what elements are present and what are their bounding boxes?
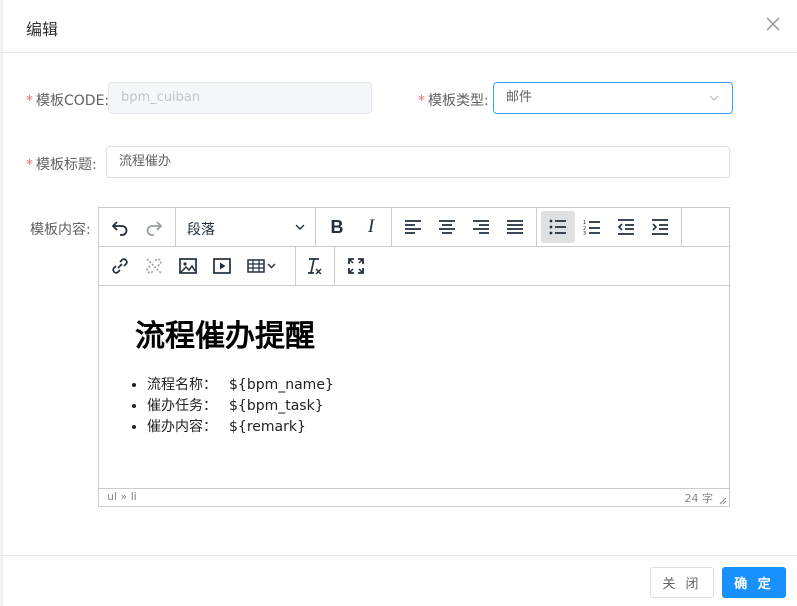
required-mark: * (418, 93, 425, 109)
align-left-button[interactable] (396, 211, 430, 243)
unlink-icon (146, 258, 162, 274)
indent-button[interactable] (643, 211, 677, 243)
block-format-value: 段落 (187, 222, 215, 238)
bold-icon: B (330, 216, 344, 237)
italic-icon: I (367, 216, 375, 237)
block-format-select[interactable]: 段落 (187, 208, 315, 247)
list-item: 催办任务：${bpm_task} (147, 396, 693, 417)
link-icon (112, 258, 128, 274)
template-type-select[interactable]: 邮件 (493, 82, 733, 114)
dialog-header: 编辑 (0, 0, 797, 53)
redo-icon (146, 221, 163, 236)
backdrop-edge (0, 0, 3, 606)
image-icon (179, 258, 197, 274)
resize-handle-icon[interactable] (719, 497, 727, 505)
required-mark: * (26, 157, 33, 173)
fullscreen-icon (348, 258, 364, 274)
outdent-button[interactable] (609, 211, 643, 243)
rich-text-editor: 段落 B I 1 2 3 流程催办提醒 • 流程名称： ${bpm_name} … (98, 207, 730, 507)
bullet-list-button[interactable] (541, 211, 575, 243)
align-justify-icon (507, 220, 523, 234)
element-path[interactable]: ul » li (107, 490, 137, 503)
bold-button[interactable]: B (320, 211, 354, 243)
content-heading: 流程催办提醒 (135, 319, 315, 354)
undo-icon (111, 221, 128, 236)
template-type-label: * 模板类型: (418, 93, 489, 109)
editor-content[interactable]: 流程催办提醒 流程名称：${bpm_name} 催办任务：${bpm_task}… (99, 287, 729, 488)
numbered-list-button[interactable]: 123 (575, 211, 609, 243)
align-center-icon (439, 220, 455, 234)
svg-text:3: 3 (583, 231, 586, 235)
required-mark: * (26, 93, 33, 109)
editor-toolbar-row-1: 段落 B I 1 2 3 (99, 208, 729, 247)
template-code-input[interactable]: bpm_cuiban (108, 82, 372, 114)
clear-formatting-icon (308, 258, 322, 275)
chevron-down-icon (295, 224, 305, 230)
edit-dialog: 编辑 * 模板CODE: bpm_cuiban * 模板类型: 邮件 * 模板标题: … (0, 0, 797, 606)
close-icon[interactable] (765, 16, 781, 32)
confirm-button[interactable]: 确 定 (722, 567, 786, 598)
unlink-button[interactable] (137, 250, 171, 282)
image-button[interactable] (171, 250, 205, 282)
link-button[interactable] (103, 250, 137, 282)
align-right-icon (473, 220, 489, 234)
template-title-input[interactable]: 流程催办 (106, 146, 730, 178)
template-type-value: 邮件 (506, 90, 533, 105)
numbered-list-icon: 123 (583, 220, 600, 235)
clear-formatting-button[interactable] (297, 250, 331, 282)
undo-button[interactable] (103, 211, 137, 243)
redo-button[interactable] (137, 211, 171, 243)
align-left-icon (405, 220, 421, 234)
table-button[interactable] (241, 250, 283, 282)
template-title-label: * 模板标题: (26, 157, 97, 173)
list-item: 催办内容：${remark} (147, 417, 693, 438)
outdent-icon (617, 219, 634, 235)
align-right-button[interactable] (464, 211, 498, 243)
align-center-button[interactable] (430, 211, 464, 243)
content-list: 流程名称：${bpm_name} 催办任务：${bpm_task} 催办内容：$… (147, 375, 693, 438)
align-justify-button[interactable] (498, 211, 532, 243)
editor-toolbar-row-2 (99, 247, 729, 286)
word-count: 24 字 (684, 492, 714, 505)
indent-icon (652, 219, 668, 235)
dialog-footer: 关 闭 确 定 (0, 555, 797, 606)
bullet-list-icon (549, 219, 566, 235)
italic-button[interactable]: I (354, 211, 388, 243)
table-icon (247, 259, 276, 273)
dialog-title: 编辑 (26, 20, 59, 39)
chevron-down-icon (709, 95, 719, 101)
template-content-label: 模板内容: (30, 222, 91, 238)
close-button[interactable]: 关 闭 (650, 567, 714, 598)
list-item: 流程名称：${bpm_name} (147, 375, 693, 396)
fullscreen-button[interactable] (339, 250, 373, 282)
editor-statusbar: ul » li 24 字 (99, 488, 729, 506)
media-icon (213, 258, 231, 274)
template-code-label: * 模板CODE: (26, 93, 110, 109)
media-button[interactable] (205, 250, 239, 282)
